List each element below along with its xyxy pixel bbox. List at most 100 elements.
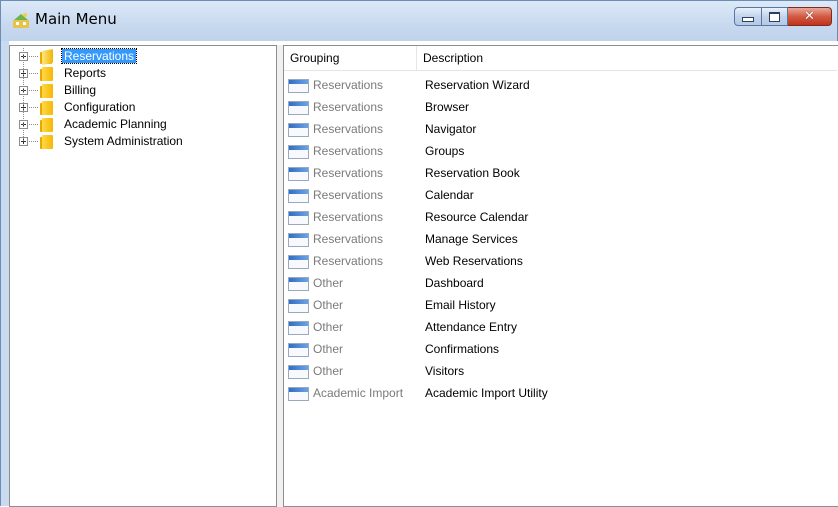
minimize-button[interactable] [734,7,762,26]
tree-item[interactable]: Billing [16,82,266,99]
window-form-icon [288,387,309,401]
list-item[interactable]: Reservations Navigator [288,119,828,141]
description-cell: Attendance Entry [425,320,518,334]
menu-tree: Reservations Reports Billing Configuration A… [16,48,266,150]
app-icon [13,13,29,28]
folder-icon [40,67,54,81]
grouping-cell: Reservations [313,188,384,202]
maximize-icon [769,11,780,22]
description-cell: Dashboard [425,276,484,290]
tree-line [29,73,38,74]
tree-item[interactable]: Academic Planning [16,116,266,133]
window-form-icon [288,79,309,93]
description-cell: Calendar [425,188,474,202]
tree-item[interactable]: Configuration [16,99,266,116]
menu-tree-pane[interactable]: Reservations Reports Billing Configuration A… [9,45,277,507]
window-form-icon [288,167,309,181]
list-item[interactable]: Reservations Groups [288,141,828,163]
window-form-icon [288,365,309,379]
window-form-icon [288,321,309,335]
description-cell: Confirmations [425,342,500,356]
column-header-grouping[interactable]: Grouping [284,46,417,70]
grouping-cell: Reservations [313,78,384,92]
grouping-cell: Reservations [313,122,384,136]
description-cell: Academic Import Utility [425,386,548,400]
grouping-cell: Reservations [313,210,384,224]
window-form-icon [288,277,309,291]
window-form-icon [288,189,309,203]
list-item[interactable]: Other Attendance Entry [288,317,828,339]
grouping-cell: Reservations [313,166,384,180]
title-bar[interactable]: Main Menu ✕ [1,1,837,41]
list-item[interactable]: Reservations Web Reservations [288,251,828,273]
main-menu-window: Main Menu ✕ Reservations Reports Billing Co… [0,0,838,507]
window-form-icon [288,299,309,313]
folder-icon [40,49,54,65]
folder-icon [40,84,54,98]
grouping-cell: Reservations [313,144,384,158]
grouping-cell: Reservations [313,254,384,268]
window-content: Reservations Reports Billing Configuration A… [9,41,838,507]
menu-list-pane[interactable]: Grouping Description Reservations Reserva… [283,45,838,507]
tree-item[interactable]: System Administration [16,133,266,150]
list-item[interactable]: Reservations Manage Services [288,229,828,251]
window-form-icon [288,123,309,137]
window-form-icon [288,343,309,357]
tree-line [29,56,38,57]
tree-line [29,90,38,91]
window-form-icon [288,233,309,247]
tree-item-label: Billing [64,83,97,97]
grouping-cell: Other [313,298,344,312]
list-item[interactable]: Reservations Browser [288,97,828,119]
minimize-icon [742,17,754,22]
description-cell: Reservation Book [425,166,520,180]
tree-item[interactable]: Reports [16,65,266,82]
list-header: Grouping Description [284,46,837,71]
description-cell: Groups [425,144,465,158]
list-item[interactable]: Other Confirmations [288,339,828,361]
tree-line [29,141,38,142]
description-cell: Resource Calendar [425,210,529,224]
folder-icon [40,118,54,132]
close-button[interactable]: ✕ [788,7,832,26]
description-cell: Manage Services [425,232,518,246]
tree-item-label: Academic Planning [64,117,167,131]
window-form-icon [288,101,309,115]
description-cell: Visitors [425,364,465,378]
description-cell: Browser [425,100,470,114]
tree-item-label: Configuration [64,100,136,114]
close-icon: ✕ [804,9,815,24]
tree-line [29,124,38,125]
grouping-cell: Reservations [313,232,384,246]
list-rows: Reservations Reservation Wizard Reservatio… [288,75,828,405]
window-form-icon [288,255,309,269]
grouping-cell: Academic Import [313,386,404,400]
window-title: Main Menu [35,10,117,28]
description-cell: Web Reservations [425,254,523,268]
folder-icon [40,101,54,115]
list-item[interactable]: Reservations Calendar [288,185,828,207]
tree-item[interactable]: Reservations [16,48,266,65]
list-item[interactable]: Other Email History [288,295,828,317]
window-form-icon [288,211,309,225]
tree-item-label: Reports [64,66,107,80]
description-cell: Navigator [425,122,477,136]
list-item[interactable]: Reservations Resource Calendar [288,207,828,229]
list-item[interactable]: Academic Import Academic Import Utility [288,383,828,405]
description-cell: Email History [425,298,496,312]
tree-item-label: Reservations [60,48,138,64]
tree-line [29,107,38,108]
list-item[interactable]: Other Visitors [288,361,828,383]
grouping-cell: Reservations [313,100,384,114]
grouping-cell: Other [313,342,344,356]
list-item[interactable]: Reservations Reservation Wizard [288,75,828,97]
list-item[interactable]: Other Dashboard [288,273,828,295]
description-cell: Reservation Wizard [425,78,530,92]
maximize-button[interactable] [762,7,788,26]
list-item[interactable]: Reservations Reservation Book [288,163,828,185]
tree-line [23,48,24,141]
folder-icon [40,135,54,149]
column-header-description[interactable]: Description [417,46,837,70]
window-form-icon [288,145,309,159]
grouping-cell: Other [313,276,344,290]
